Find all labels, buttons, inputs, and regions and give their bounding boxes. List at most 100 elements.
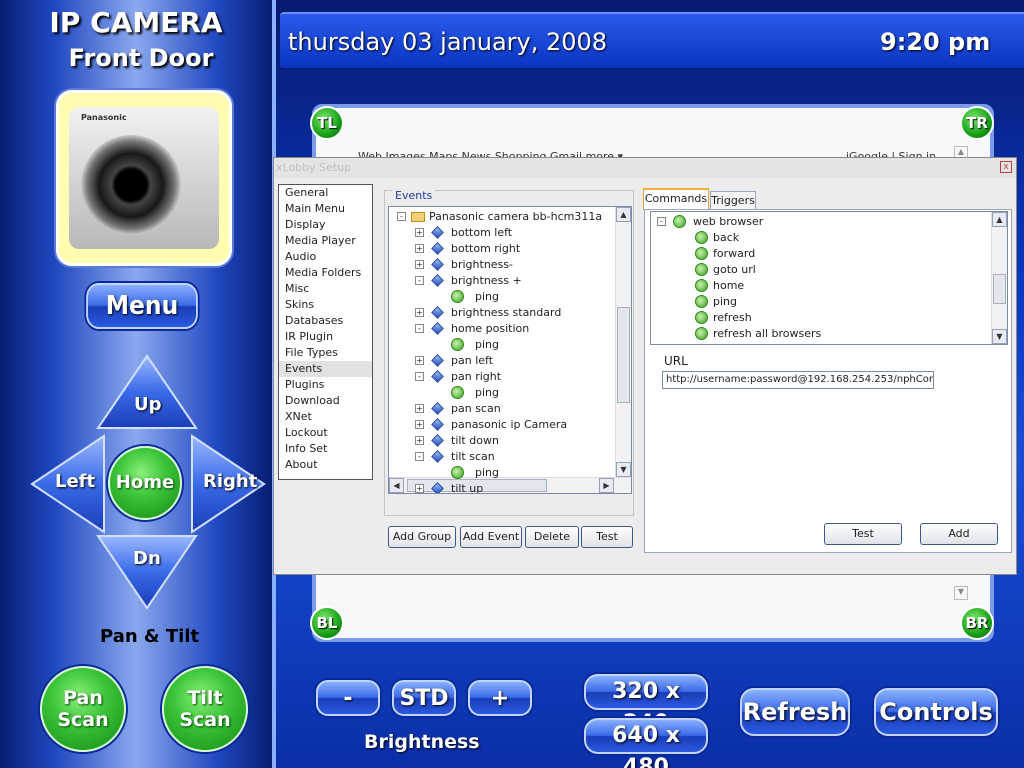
- tilt-scan-button[interactable]: Tilt Scan: [162, 666, 248, 752]
- collapse-icon[interactable]: -: [415, 324, 424, 333]
- brightness-std-button[interactable]: STD: [392, 680, 456, 716]
- collapse-icon[interactable]: -: [415, 452, 424, 461]
- expand-icon[interactable]: +: [415, 420, 424, 429]
- resolution-640-button[interactable]: 640 x 480: [584, 718, 708, 768]
- refresh-button[interactable]: Refresh: [740, 688, 850, 736]
- corner-br-button[interactable]: BR: [960, 606, 994, 640]
- cmd-scroll-down-icon[interactable]: ▼: [992, 329, 1007, 344]
- command-tree-row[interactable]: refresh all browsers: [651, 326, 991, 342]
- nav-item-lockout[interactable]: Lockout: [279, 425, 372, 441]
- expand-icon[interactable]: +: [415, 436, 424, 445]
- nav-item-general[interactable]: General: [279, 185, 372, 201]
- nav-item-databases[interactable]: Databases: [279, 313, 372, 329]
- scroll-up-icon[interactable]: ▲: [616, 207, 631, 222]
- corner-tr-button[interactable]: TR: [960, 106, 994, 140]
- browser-scroll-down-icon[interactable]: ▼: [954, 586, 968, 600]
- resolution-320-button[interactable]: 320 x 240: [584, 674, 708, 736]
- collapse-icon[interactable]: -: [657, 217, 666, 226]
- nav-item-media-player[interactable]: Media Player: [279, 233, 372, 249]
- add-command-button[interactable]: Add: [920, 523, 998, 545]
- collapse-icon[interactable]: -: [415, 276, 424, 285]
- nav-item-media-folders[interactable]: Media Folders: [279, 265, 372, 281]
- test-command-button[interactable]: Test: [824, 523, 902, 545]
- expand-icon[interactable]: +: [415, 404, 424, 413]
- home-button[interactable]: Home: [108, 446, 182, 520]
- events-vscroll[interactable]: ▲ ▼: [615, 207, 631, 493]
- tab-commands[interactable]: Commands: [643, 188, 709, 210]
- event-tree-row[interactable]: + tilt up: [389, 481, 615, 493]
- event-tree-row[interactable]: - tilt scan: [389, 449, 615, 465]
- nav-item-audio[interactable]: Audio: [279, 249, 372, 265]
- command-tree-row[interactable]: home: [651, 278, 991, 294]
- expand-icon[interactable]: +: [415, 228, 424, 237]
- command-tree-row[interactable]: refresh: [651, 310, 991, 326]
- events-scroll-thumb[interactable]: [617, 307, 630, 403]
- event-tree-row[interactable]: ping: [389, 385, 615, 401]
- pan-scan-button[interactable]: Pan Scan: [40, 666, 126, 752]
- brightness-minus-button[interactable]: -: [316, 680, 380, 716]
- folder-icon: [411, 212, 425, 222]
- event-tree-row[interactable]: + bottom right: [389, 241, 615, 257]
- globe-icon: [451, 290, 464, 303]
- nav-item-ir-plugin[interactable]: IR Plugin: [279, 329, 372, 345]
- brightness-plus-button[interactable]: +: [468, 680, 532, 716]
- expand-icon[interactable]: +: [415, 484, 424, 493]
- collapse-icon[interactable]: -: [415, 372, 424, 381]
- page-title: IP CAMERA: [49, 6, 223, 39]
- commands-vscroll[interactable]: ▲ ▼: [991, 212, 1007, 344]
- test-event-button[interactable]: Test: [581, 526, 633, 548]
- event-tree-row[interactable]: + panasonic ip Camera: [389, 417, 615, 433]
- event-tree-row[interactable]: - home position: [389, 321, 615, 337]
- url-input[interactable]: http://username:password@192.168.254.253…: [662, 371, 934, 389]
- event-tree-row[interactable]: ping: [389, 289, 615, 305]
- scroll-down-icon[interactable]: ▼: [616, 462, 631, 477]
- event-tree-row[interactable]: + tilt down: [389, 433, 615, 449]
- nav-item-skins[interactable]: Skins: [279, 297, 372, 313]
- event-tree-row[interactable]: + pan left: [389, 353, 615, 369]
- nav-item-misc[interactable]: Misc: [279, 281, 372, 297]
- nav-item-download[interactable]: Download: [279, 393, 372, 409]
- event-tree-label: Panasonic camera bb-hcm311a: [429, 210, 603, 223]
- tab-triggers[interactable]: Triggers: [710, 191, 756, 211]
- nav-item-display[interactable]: Display: [279, 217, 372, 233]
- command-tree-row[interactable]: goto url: [651, 262, 991, 278]
- event-tree-row[interactable]: + pan scan: [389, 401, 615, 417]
- command-tree-row[interactable]: forward: [651, 246, 991, 262]
- nav-item-xnet[interactable]: XNet: [279, 409, 372, 425]
- expand-icon[interactable]: +: [415, 308, 424, 317]
- corner-tl-button[interactable]: TL: [310, 106, 344, 140]
- event-tree-row[interactable]: ping: [389, 337, 615, 353]
- menu-button[interactable]: Menu: [86, 283, 198, 329]
- add-event-button[interactable]: Add Event: [460, 526, 522, 548]
- command-tree-row[interactable]: ping: [651, 294, 991, 310]
- event-tree-row[interactable]: - Panasonic camera bb-hcm311a: [389, 209, 615, 225]
- collapse-icon[interactable]: -: [397, 212, 406, 221]
- controls-button[interactable]: Controls: [874, 688, 998, 736]
- event-tree-row[interactable]: - brightness +: [389, 273, 615, 289]
- down-arrow-button[interactable]: [92, 532, 202, 612]
- event-tree-row[interactable]: + brightness-: [389, 257, 615, 273]
- nav-item-info-set[interactable]: Info Set: [279, 441, 372, 457]
- command-tree-row[interactable]: - web browser: [651, 214, 991, 230]
- nav-item-plugins[interactable]: Plugins: [279, 377, 372, 393]
- expand-icon[interactable]: +: [415, 244, 424, 253]
- add-group-button[interactable]: Add Group: [388, 526, 456, 548]
- event-tree-row[interactable]: + brightness standard: [389, 305, 615, 321]
- command-tree-row[interactable]: back: [651, 230, 991, 246]
- corner-bl-button[interactable]: BL: [310, 606, 344, 640]
- event-tree-row[interactable]: - pan right: [389, 369, 615, 385]
- nav-item-main-menu[interactable]: Main Menu: [279, 201, 372, 217]
- delete-button[interactable]: Delete: [525, 526, 579, 548]
- event-tree-row[interactable]: ping: [389, 465, 615, 481]
- up-arrow-button[interactable]: [92, 352, 202, 432]
- expand-icon[interactable]: +: [415, 260, 424, 269]
- close-icon[interactable]: x: [1000, 161, 1012, 173]
- nav-item-about[interactable]: About: [279, 457, 372, 473]
- nav-item-file-types[interactable]: File Types: [279, 345, 372, 361]
- globe-icon: [451, 466, 464, 479]
- commands-scroll-thumb[interactable]: [993, 274, 1006, 304]
- cmd-scroll-up-icon[interactable]: ▲: [992, 212, 1007, 227]
- event-tree-row[interactable]: + bottom left: [389, 225, 615, 241]
- expand-icon[interactable]: +: [415, 356, 424, 365]
- nav-item-events[interactable]: Events: [279, 361, 372, 377]
